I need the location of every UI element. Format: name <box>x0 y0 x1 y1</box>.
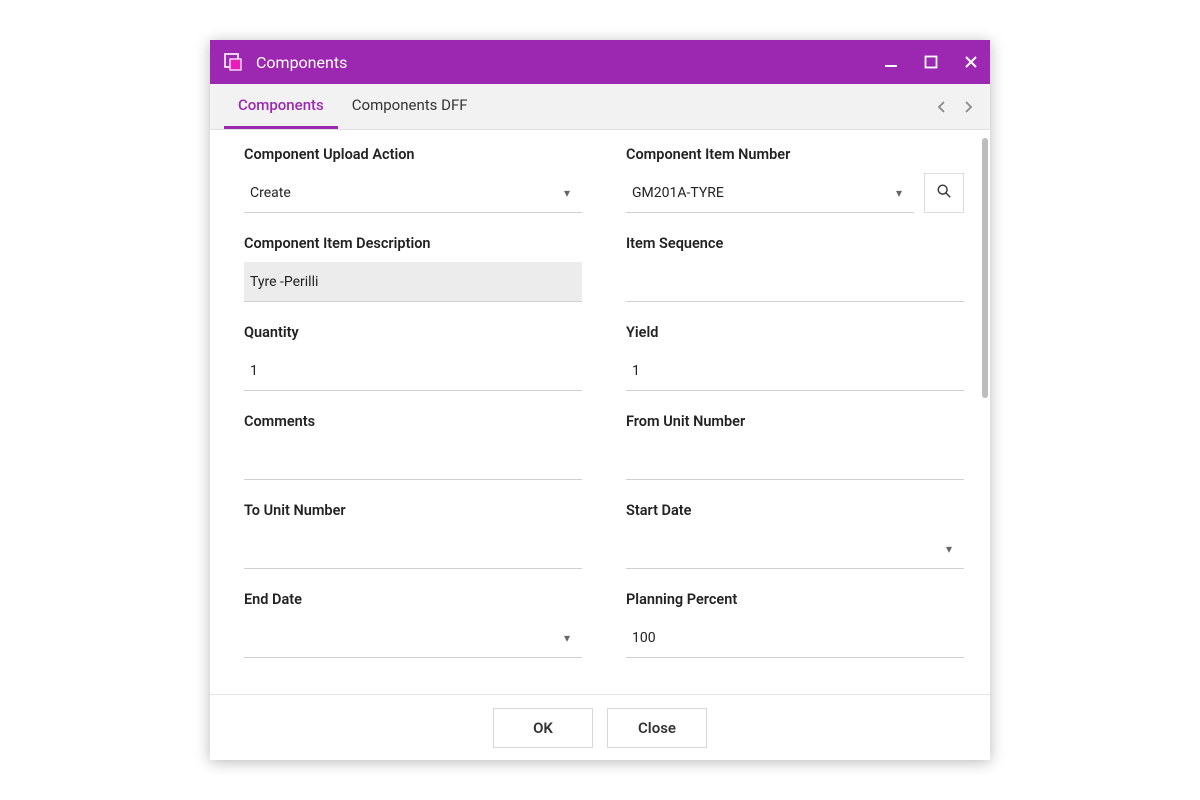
item-sequence-input[interactable] <box>626 262 964 302</box>
field-start-date: Start Date ▾ <box>626 502 964 569</box>
window: Components Components Components DFF <box>210 40 990 760</box>
select-value: Create <box>250 185 558 201</box>
field-from-unit-number: From Unit Number <box>626 413 964 480</box>
tabs-row: Components Components DFF <box>210 84 990 130</box>
scrollbar-thumb[interactable] <box>982 138 988 398</box>
field-label: Component Item Description <box>244 235 582 252</box>
tab-next-button[interactable] <box>956 95 980 119</box>
from-unit-number-input[interactable] <box>626 440 964 480</box>
input-value: Tyre -Perilli <box>250 274 576 290</box>
planning-percent-input[interactable]: 100 <box>626 618 964 658</box>
input-value: 100 <box>632 630 958 646</box>
window-title: Components <box>256 53 882 72</box>
input-value: 1 <box>632 363 958 379</box>
close-dialog-button[interactable]: Close <box>607 708 707 748</box>
field-label: End Date <box>244 591 582 608</box>
tab-components-dff[interactable]: Components DFF <box>338 84 482 129</box>
field-item-sequence: Item Sequence <box>626 235 964 302</box>
field-to-unit-number: To Unit Number <box>244 502 582 569</box>
form-scroll[interactable]: Component Upload Action Create ▾ Compone… <box>210 130 990 694</box>
field-label: Item Sequence <box>626 235 964 252</box>
comments-input[interactable] <box>244 440 582 480</box>
chevron-down-icon: ▾ <box>890 186 908 200</box>
minimize-button[interactable] <box>882 53 900 71</box>
scrollbar-track[interactable] <box>981 134 990 690</box>
component-item-description-input: Tyre -Perilli <box>244 262 582 302</box>
window-controls <box>882 53 980 71</box>
chevron-down-icon: ▾ <box>940 542 958 556</box>
app-icon <box>224 53 242 71</box>
ok-button[interactable]: OK <box>493 708 593 748</box>
button-label: Close <box>638 719 676 737</box>
chevron-down-icon: ▾ <box>558 186 576 200</box>
close-button[interactable] <box>962 53 980 71</box>
field-component-item-number: Component Item Number GM201A-TYRE ▾ <box>626 146 964 213</box>
field-component-item-description: Component Item Description Tyre -Perilli <box>244 235 582 302</box>
field-label: From Unit Number <box>626 413 964 430</box>
field-label: Component Item Number <box>626 146 964 163</box>
field-label: Quantity <box>244 324 582 341</box>
tab-label: Components <box>238 96 324 114</box>
yield-input[interactable]: 1 <box>626 351 964 391</box>
maximize-button[interactable] <box>922 53 940 71</box>
field-label: Comments <box>244 413 582 430</box>
component-item-number-search-button[interactable] <box>924 173 964 213</box>
field-comments: Comments <box>244 413 582 480</box>
component-upload-action-select[interactable]: Create ▾ <box>244 173 582 213</box>
chevron-down-icon: ▾ <box>558 631 576 645</box>
tab-nav <box>930 84 980 129</box>
field-end-date: End Date ▾ <box>244 591 582 658</box>
field-label: Planning Percent <box>626 591 964 608</box>
field-label: Component Upload Action <box>244 146 582 163</box>
input-value: 1 <box>250 363 576 379</box>
field-label: Yield <box>626 324 964 341</box>
field-component-upload-action: Component Upload Action Create ▾ <box>244 146 582 213</box>
to-unit-number-input[interactable] <box>244 529 582 569</box>
button-label: OK <box>533 719 553 737</box>
field-label: To Unit Number <box>244 502 582 519</box>
start-date-select[interactable]: ▾ <box>626 529 964 569</box>
form-body: Component Upload Action Create ▾ Compone… <box>210 130 990 694</box>
tab-label: Components DFF <box>352 96 468 114</box>
search-icon <box>936 183 952 203</box>
end-date-select[interactable]: ▾ <box>244 618 582 658</box>
footer: OK Close <box>210 694 990 760</box>
field-yield: Yield 1 <box>626 324 964 391</box>
field-label: Start Date <box>626 502 964 519</box>
component-item-number-select[interactable]: GM201A-TYRE ▾ <box>626 173 914 213</box>
quantity-input[interactable]: 1 <box>244 351 582 391</box>
titlebar: Components <box>210 40 990 84</box>
tab-components[interactable]: Components <box>224 84 338 129</box>
tab-prev-button[interactable] <box>930 95 954 119</box>
field-planning-percent: Planning Percent 100 <box>626 591 964 658</box>
field-quantity: Quantity 1 <box>244 324 582 391</box>
select-value: GM201A-TYRE <box>632 185 890 201</box>
